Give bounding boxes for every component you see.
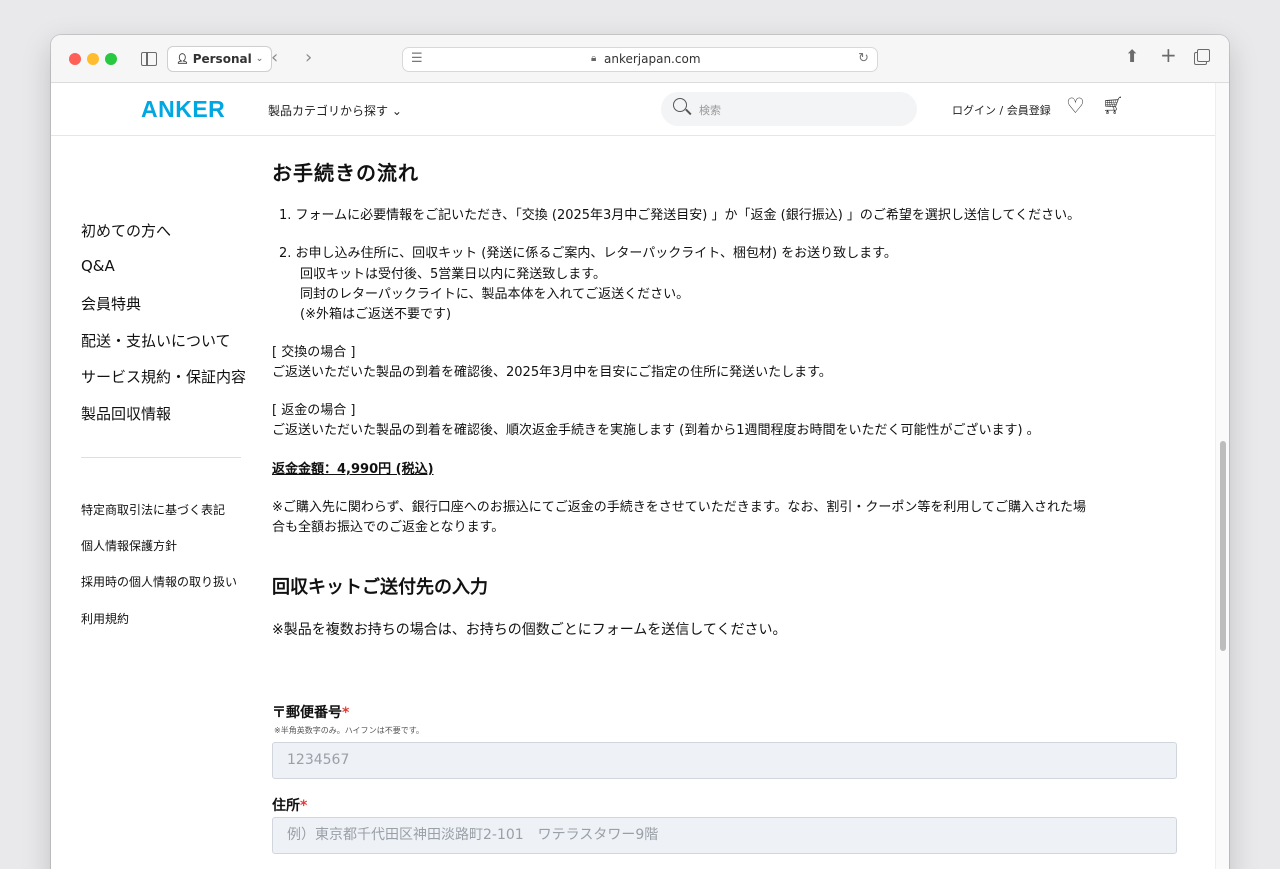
- refund-heading: [ 返金の場合 ]: [272, 403, 356, 418]
- reader-icon[interactable]: ☰: [411, 51, 423, 66]
- browser-toolbar: 👤︎ Personal ⌄ ‹ › ☰ 🔒︎ ankerjapan.com ↻ …: [51, 35, 1229, 83]
- step-1: 1. フォームに必要情報をご記いただき、「交換 (2025年3月中ご発送目安) …: [279, 208, 1081, 223]
- share-icon[interactable]: ⬆︎: [1125, 47, 1139, 67]
- zoom-window-button[interactable]: [105, 53, 117, 65]
- page-title: お手続きの流れ: [272, 161, 419, 185]
- anker-logo[interactable]: ANKER: [141, 96, 225, 123]
- sidebar-toggle-icon[interactable]: [141, 52, 157, 66]
- sidebar-item-member-benefits[interactable]: 会員特典: [81, 293, 141, 314]
- sidebar-link-terms-of-use[interactable]: 利用規約: [81, 610, 129, 627]
- sidebar-item-shipping[interactable]: 配送・支払いについて: [81, 330, 231, 351]
- required-mark: *: [300, 798, 308, 814]
- url-text: ankerjapan.com: [604, 52, 701, 66]
- person-icon: 👤︎: [176, 53, 189, 65]
- reload-icon[interactable]: ↻: [858, 51, 869, 66]
- sidebar-link-privacy[interactable]: 個人情報保護方針: [81, 537, 177, 554]
- site-header: ANKER 製品カテゴリから探す ⌄ 検索 ログイン / 会員登録 ♡ 🛒︎: [51, 83, 1215, 136]
- step-2: 2. お申し込み住所に、回収キット (発送に係るご案内、レターパックライト、梱包…: [279, 246, 897, 261]
- tab-overview-icon[interactable]: [1194, 49, 1210, 65]
- postal-code-label: 〒郵便番号*: [272, 702, 349, 722]
- forward-icon[interactable]: ›: [305, 48, 312, 68]
- login-link[interactable]: ログイン / 会員登録: [952, 102, 1051, 118]
- payment-note: ※ご購入先に関わらず、銀行口座へのお振込にてご返金の手続きをさせていただきます。…: [272, 500, 1087, 515]
- sidebar-link-commercial-law[interactable]: 特定商取引法に基づく表記: [81, 501, 225, 518]
- refund-amount: 返金金額：4,990円 (税込): [272, 462, 434, 477]
- postal-code-field[interactable]: 1234567: [272, 742, 1177, 779]
- step-2-line-3: 同封のレターパックライトに、製品本体を入れてご返送ください。: [300, 287, 690, 302]
- postal-code-label-text: 〒郵便番号: [272, 705, 342, 721]
- chevron-down-icon: ⌄: [255, 54, 264, 64]
- scrollbar[interactable]: [1215, 83, 1229, 869]
- step-2-line-2: 回収キットは受付後、5営業日以内に発送致します。: [300, 267, 606, 282]
- step-2-line-4: (※外箱はご返送不要です): [300, 307, 452, 322]
- search-input[interactable]: 検索: [661, 92, 917, 126]
- new-tab-icon[interactable]: +: [1160, 45, 1177, 65]
- back-icon[interactable]: ‹: [271, 48, 278, 68]
- heart-icon[interactable]: ♡: [1066, 94, 1085, 118]
- lock-icon: 🔒︎: [591, 53, 597, 64]
- search-icon: [673, 98, 687, 112]
- sidebar-item-recall[interactable]: 製品回収情報: [81, 403, 171, 424]
- category-menu[interactable]: 製品カテゴリから探す ⌄: [268, 102, 402, 119]
- browser-window: 👤︎ Personal ⌄ ‹ › ☰ 🔒︎ ankerjapan.com ↻ …: [51, 35, 1229, 869]
- required-mark: *: [342, 705, 350, 721]
- scrollbar-thumb[interactable]: [1220, 441, 1226, 651]
- address-label: 住所*: [272, 795, 307, 815]
- sidebar-item-qa[interactable]: Q&A: [81, 257, 115, 275]
- profile-button[interactable]: 👤︎ Personal ⌄: [167, 46, 273, 72]
- form-title: 回収キットご送付先の入力: [272, 577, 488, 598]
- cart-icon[interactable]: 🛒︎: [1102, 96, 1124, 116]
- form-note: ※製品を複数お持ちの場合は、お持ちの個数ごとにフォームを送信してください。: [272, 622, 787, 638]
- close-window-button[interactable]: [69, 53, 81, 65]
- address-field[interactable]: 例）東京都千代田区神田淡路町2-101 ワテラスタワー9階: [272, 817, 1177, 854]
- postal-code-hint: ※半角英数字のみ。ハイフンは不要です。: [274, 726, 424, 735]
- address-label-text: 住所: [272, 798, 300, 814]
- exchange-heading: [ 交換の場合 ]: [272, 345, 356, 360]
- profile-label: Personal: [192, 52, 252, 66]
- address-bar[interactable]: ☰ 🔒︎ ankerjapan.com ↻: [402, 47, 878, 72]
- sidebar-item-terms[interactable]: サービス規約・保証内容: [81, 366, 246, 387]
- search-placeholder: 検索: [699, 104, 721, 117]
- payment-note-line-2: 合も全額お振込でのご返金となります。: [272, 520, 505, 535]
- refund-text: ご返送いただいた製品の到着を確認後、順次返金手続きを実施します (到着から1週間…: [272, 423, 1040, 438]
- sidebar-item-beginners[interactable]: 初めての方へ: [81, 220, 171, 241]
- exchange-text: ご返送いただいた製品の到着を確認後、2025年3月中を目安にご指定の住所に発送い…: [272, 365, 832, 380]
- sidebar-divider: [81, 457, 241, 458]
- sidebar-link-recruit-privacy[interactable]: 採用時の個人情報の取り扱い: [81, 573, 237, 590]
- minimize-window-button[interactable]: [87, 53, 99, 65]
